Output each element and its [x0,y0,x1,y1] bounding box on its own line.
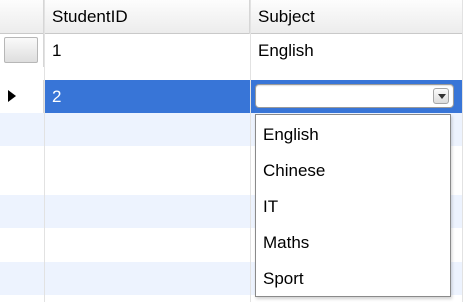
subject-dropdown-list: English Chinese IT Maths Sport [255,114,451,297]
chevron-down-icon[interactable] [433,88,449,104]
row-header-current[interactable] [0,80,44,113]
dropdown-option-maths[interactable]: Maths [256,225,450,261]
column-divider [44,0,45,302]
row-selector-button[interactable] [4,37,38,63]
grid-header: StudentID Subject [0,0,463,34]
combobox-value [256,85,262,107]
cell-studentid[interactable]: 2 [44,80,250,113]
dropdown-option-english[interactable]: English [256,117,450,153]
student-subject-grid: StudentID Subject 1 English 2 English Ch… [0,0,463,302]
dropdown-option-sport[interactable]: Sport [256,261,450,297]
dropdown-option-it[interactable]: IT [256,189,450,225]
column-header-subject[interactable]: Subject [250,0,463,34]
cell-studentid[interactable]: 1 [44,34,250,67]
header-corner [0,0,44,34]
current-row-pointer-icon [8,90,16,102]
column-divider [250,0,251,302]
subject-combobox[interactable] [255,84,454,108]
row-header[interactable] [0,34,44,67]
column-header-studentid[interactable]: StudentID [44,0,250,34]
cell-subject[interactable]: English [250,34,463,67]
table-row[interactable]: 1 English [0,34,463,67]
dropdown-option-chinese[interactable]: Chinese [256,153,450,189]
